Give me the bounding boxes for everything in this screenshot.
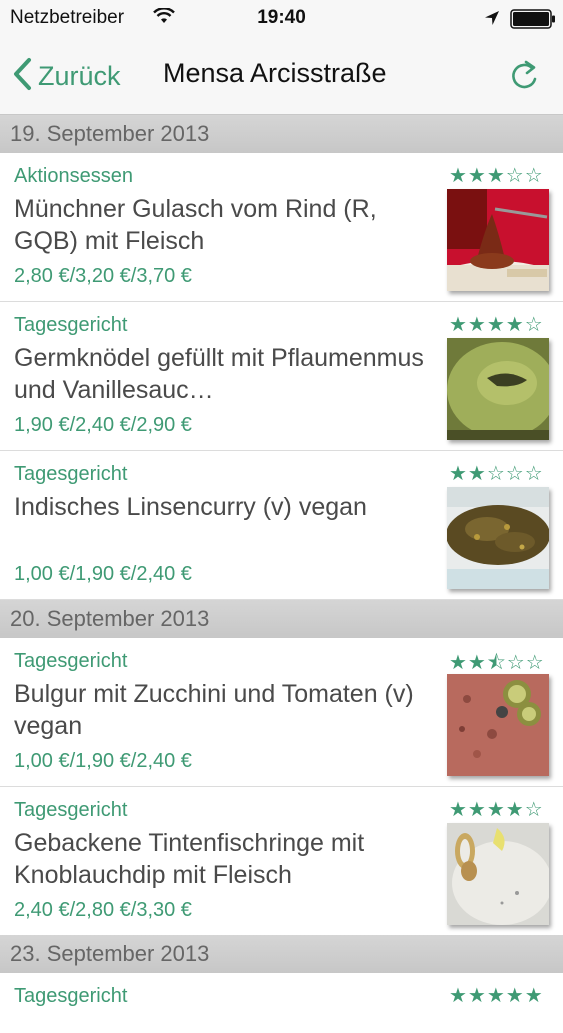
meal-row[interactable]: Tagesgericht ★★★★★ xyxy=(0,973,563,1033)
lentil-curry-photo[interactable] xyxy=(447,487,549,589)
status-time: 19:40 xyxy=(257,7,306,28)
refresh-icon xyxy=(505,60,545,100)
meal-name: Münchner Gulasch vom Rind (R, GQB) mit F… xyxy=(14,195,377,255)
refresh-button[interactable] xyxy=(505,56,545,96)
date-section-header: 23. September 2013 xyxy=(0,935,563,973)
star-rating: ★★★☆☆ xyxy=(449,165,544,187)
star-rating: ★★★★☆ xyxy=(449,314,544,336)
meal-name: Indisches Linsencurry (v) vegan xyxy=(14,493,367,521)
meal-row[interactable]: Tagesgericht Bulgur mit Zucchini und Tom… xyxy=(0,638,563,787)
meal-category: Aktionsessen xyxy=(14,165,133,187)
meal-row[interactable]: Aktionsessen Münchner Gulasch vom Rind (… xyxy=(0,153,563,302)
back-label: Zurück xyxy=(38,60,121,91)
meal-price: 1,00 €/1,90 €/2,40 € xyxy=(14,563,192,585)
chevron-left-icon xyxy=(12,57,32,96)
meal-price: 1,90 €/2,40 €/2,90 € xyxy=(14,414,192,436)
meal-row[interactable]: Tagesgericht Indisches Linsencurry (v) v… xyxy=(0,451,563,600)
meal-row[interactable]: Tagesgericht Gebackene Tintenfischringe … xyxy=(0,787,563,935)
dumpling-photo[interactable] xyxy=(447,338,549,440)
meal-category: Tagesgericht xyxy=(14,463,128,485)
bulgur-photo[interactable] xyxy=(447,674,549,776)
meal-name: Germknödel gefüllt mit Pflaumenmus und V… xyxy=(14,344,424,404)
star-rating: ★★★★☆ xyxy=(449,799,544,821)
meal-row[interactable]: Tagesgericht Germknödel gefüllt mit Pfla… xyxy=(0,302,563,451)
page-title: Mensa Arcisstraße xyxy=(163,58,387,88)
star-rating: ★★☆☆☆ xyxy=(449,463,544,485)
meal-price: 2,80 €/3,20 €/3,70 € xyxy=(14,265,192,287)
meal-price: 1,00 €/1,90 €/2,40 € xyxy=(14,750,192,772)
navigation-bar: Zurück Mensa Arcisstraße xyxy=(0,38,563,115)
meal-price: 2,40 €/2,80 €/3,30 € xyxy=(14,899,192,921)
meal-category: Tagesgericht xyxy=(14,985,128,1007)
meal-name: Gebackene Tintenfischringe mit Knoblauch… xyxy=(14,829,365,889)
star-rating: ★★★★★ xyxy=(449,985,544,1007)
date-section-header: 20. September 2013 xyxy=(0,600,563,638)
back-button[interactable]: Zurück xyxy=(12,56,121,96)
meal-category: Tagesgericht xyxy=(14,314,128,336)
menu-list[interactable]: 19. September 2013 Aktionsessen Münchner… xyxy=(0,115,563,1033)
goulash-photo[interactable] xyxy=(447,189,549,291)
meal-category: Tagesgericht xyxy=(14,799,128,821)
battery-icon xyxy=(510,9,556,34)
status-bar: Netzbetreiber 19:40 xyxy=(0,0,563,38)
date-section-header: 19. September 2013 xyxy=(0,115,563,153)
location-arrow-icon xyxy=(484,10,500,31)
calamari-photo[interactable] xyxy=(447,823,549,925)
meal-category: Tagesgericht xyxy=(14,650,128,672)
meal-name: Bulgur mit Zucchini und Tomaten (v) vega… xyxy=(14,680,414,740)
